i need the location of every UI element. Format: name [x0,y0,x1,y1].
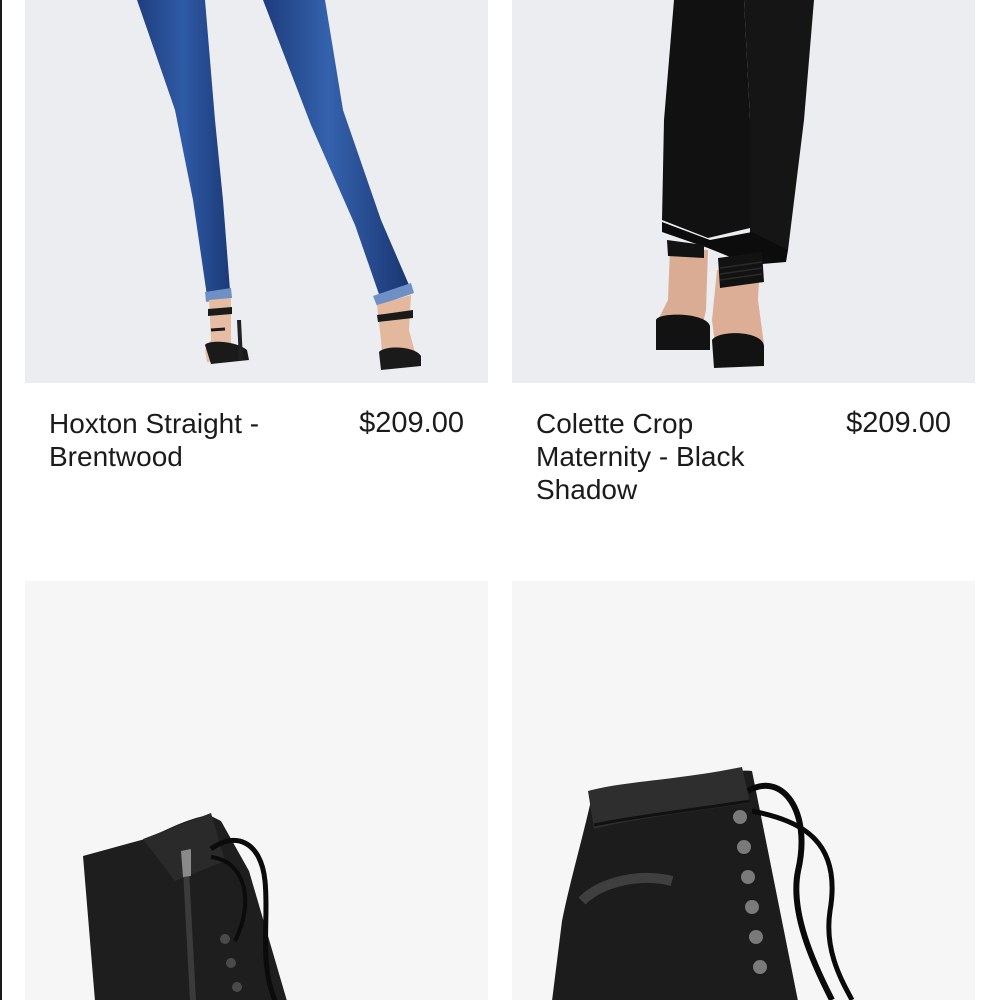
product-name[interactable]: Hoxton Straight - Brentwood [49,407,299,473]
product-image-blue-jeans[interactable] [25,0,488,383]
black-jeans-illustration [656,0,814,368]
product-image-black-jeans[interactable] [512,0,975,383]
suede-boot-illustration [83,813,287,1000]
product-card-colette-crop[interactable]: Colette Crop Maternity - Black Shadow $2… [512,0,975,533]
product-card-hoxton-straight[interactable]: Hoxton Straight - Brentwood $209.00 [25,0,488,533]
product-card-leather-boot[interactable] [512,581,975,1000]
product-name[interactable]: Colette Crop Maternity - Black Shadow [536,407,786,506]
product-price: $209.00 [846,407,951,439]
blue-jeans-illustration [137,0,421,370]
product-grid-page: Hoxton Straight - Brentwood $209.00 Cole… [0,0,1000,1000]
product-price: $209.00 [359,407,464,439]
left-edge-divider [0,0,2,1000]
product-image-suede-boot[interactable] [25,581,488,1000]
product-info: Colette Crop Maternity - Black Shadow $2… [512,383,975,533]
product-info: Hoxton Straight - Brentwood $209.00 [25,383,488,533]
leather-boot-illustration [552,767,855,1000]
product-image-leather-boot[interactable] [512,581,975,1000]
product-card-suede-boot[interactable] [25,581,488,1000]
